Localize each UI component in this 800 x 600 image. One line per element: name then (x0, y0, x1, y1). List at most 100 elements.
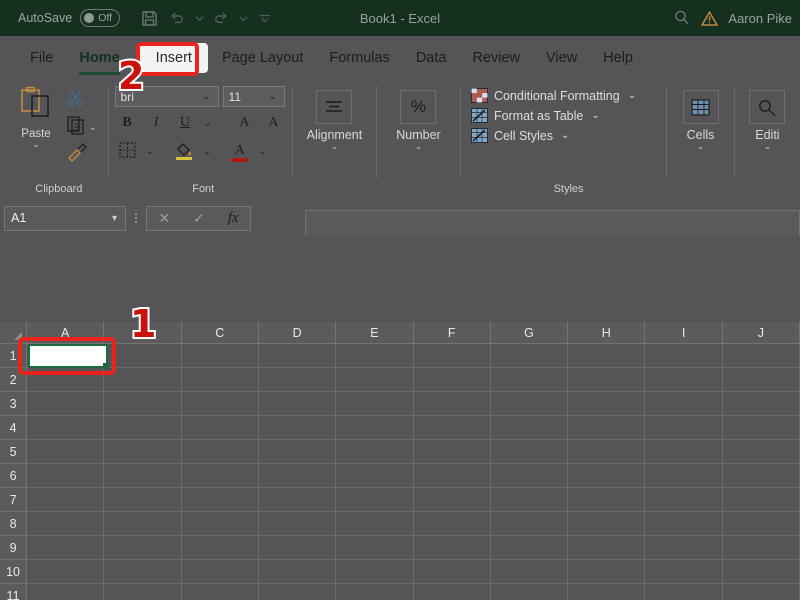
cell-c10[interactable] (182, 560, 259, 584)
cell-i8[interactable] (645, 512, 722, 536)
row-header-5[interactable]: 5 (0, 440, 27, 464)
row-header-9[interactable]: 9 (0, 536, 27, 560)
cell-a11[interactable] (27, 584, 104, 600)
undo-arrow-icon[interactable] (164, 5, 190, 31)
conditional-formatting-button[interactable]: Conditional Formatting ⌄ (471, 88, 638, 103)
cell-j9[interactable] (723, 536, 800, 560)
tab-help[interactable]: Help (591, 44, 645, 72)
cell-c1[interactable] (182, 344, 259, 368)
cell-g8[interactable] (491, 512, 568, 536)
redo-chevron-down-icon[interactable] (236, 5, 250, 31)
column-header-i[interactable]: I (645, 322, 722, 344)
increase-font-size-button[interactable]: A (232, 111, 257, 135)
cell-a9[interactable] (27, 536, 104, 560)
cell-d1[interactable] (259, 344, 336, 368)
undo-chevron-down-icon[interactable] (192, 5, 206, 31)
redo-arrow-icon[interactable] (208, 5, 234, 31)
paste-chevron-down-icon[interactable]: ⌄ (32, 140, 40, 149)
cell-j11[interactable] (723, 584, 800, 600)
cell-h1[interactable] (568, 344, 645, 368)
row-header-6[interactable]: 6 (0, 464, 27, 488)
cell-g1[interactable] (491, 344, 568, 368)
font-name-combo[interactable]: bri ⌄ (115, 86, 219, 107)
cell-e4[interactable] (336, 416, 413, 440)
cell-g11[interactable] (491, 584, 568, 600)
underline-chevron-down-icon[interactable]: ⌄ (202, 118, 214, 129)
copy-chevron-down-icon[interactable]: ⌄ (89, 123, 97, 132)
select-all-triangle-icon[interactable] (0, 322, 27, 344)
fill-color-chevron-down-icon[interactable]: ⌄ (201, 146, 213, 157)
cell-h4[interactable] (568, 416, 645, 440)
row-header-8[interactable]: 8 (0, 512, 27, 536)
row-header-10[interactable]: 10 (0, 560, 27, 584)
cell-j5[interactable] (723, 440, 800, 464)
cell-a5[interactable] (27, 440, 104, 464)
row-header-11[interactable]: 11 (0, 584, 27, 600)
cell-d9[interactable] (259, 536, 336, 560)
cell-f1[interactable] (414, 344, 491, 368)
cell-h7[interactable] (568, 488, 645, 512)
cell-e3[interactable] (336, 392, 413, 416)
tab-data[interactable]: Data (404, 44, 459, 72)
cell-h11[interactable] (568, 584, 645, 600)
row-header-2[interactable]: 2 (0, 368, 27, 392)
user-name[interactable]: Aaron Pike (728, 11, 792, 26)
cell-e1[interactable] (336, 344, 413, 368)
tab-view[interactable]: View (534, 44, 589, 72)
cell-d7[interactable] (259, 488, 336, 512)
column-header-j[interactable]: J (723, 322, 800, 344)
cells-chevron-down-icon[interactable]: ⌄ (697, 142, 705, 151)
save-icon[interactable] (136, 5, 162, 31)
warning-triangle-icon[interactable] (701, 10, 718, 27)
cell-j8[interactable] (723, 512, 800, 536)
cell-i4[interactable] (645, 416, 722, 440)
cell-h8[interactable] (568, 512, 645, 536)
cell-j3[interactable] (723, 392, 800, 416)
cell-c3[interactable] (182, 392, 259, 416)
cancel-icon[interactable]: ✕ (158, 210, 170, 227)
cell-e9[interactable] (336, 536, 413, 560)
search-icon[interactable] (673, 9, 691, 27)
row-header-1[interactable]: 1 (0, 344, 27, 368)
cell-g3[interactable] (491, 392, 568, 416)
cell-g6[interactable] (491, 464, 568, 488)
ribbon-group-cells[interactable]: Cells ⌄ (667, 80, 734, 200)
cell-f5[interactable] (414, 440, 491, 464)
font-size-combo[interactable]: 11 ⌄ (223, 86, 285, 107)
cell-i5[interactable] (645, 440, 722, 464)
cell-e8[interactable] (336, 512, 413, 536)
cell-a4[interactable] (27, 416, 104, 440)
cell-e5[interactable] (336, 440, 413, 464)
column-header-d[interactable]: D (259, 322, 336, 344)
column-header-h[interactable]: H (568, 322, 645, 344)
cell-g4[interactable] (491, 416, 568, 440)
cell-d3[interactable] (259, 392, 336, 416)
autosave-switch[interactable]: Off (80, 9, 120, 27)
cell-c2[interactable] (182, 368, 259, 392)
name-box[interactable]: A1 ▾ (4, 206, 126, 231)
cell-d8[interactable] (259, 512, 336, 536)
cell-j6[interactable] (723, 464, 800, 488)
font-color-chevron-down-icon[interactable]: ⌄ (256, 146, 268, 157)
cell-d10[interactable] (259, 560, 336, 584)
cell-j4[interactable] (723, 416, 800, 440)
name-box-chevron-down-icon[interactable]: ▾ (110, 213, 119, 224)
cell-f11[interactable] (414, 584, 491, 600)
tab-file[interactable]: File (18, 44, 65, 72)
cell-i11[interactable] (645, 584, 722, 600)
cell-b7[interactable] (104, 488, 181, 512)
number-chevron-down-icon[interactable]: ⌄ (415, 142, 423, 151)
cell-a10[interactable] (27, 560, 104, 584)
copy-button[interactable]: ⌄ (66, 115, 97, 140)
tab-page-layout[interactable]: Page Layout (210, 44, 315, 72)
font-name-chevron-down-icon[interactable]: ⌄ (200, 91, 212, 102)
cell-d6[interactable] (259, 464, 336, 488)
cell-b11[interactable] (104, 584, 181, 600)
cell-j1[interactable] (723, 344, 800, 368)
cut-button[interactable] (66, 88, 97, 113)
cell-b6[interactable] (104, 464, 181, 488)
cell-h10[interactable] (568, 560, 645, 584)
conditional-formatting-chevron-down-icon[interactable]: ⌄ (626, 90, 638, 101)
ribbon-group-editing[interactable]: Editi ⌄ (735, 80, 800, 200)
editing-chevron-down-icon[interactable]: ⌄ (764, 142, 772, 151)
